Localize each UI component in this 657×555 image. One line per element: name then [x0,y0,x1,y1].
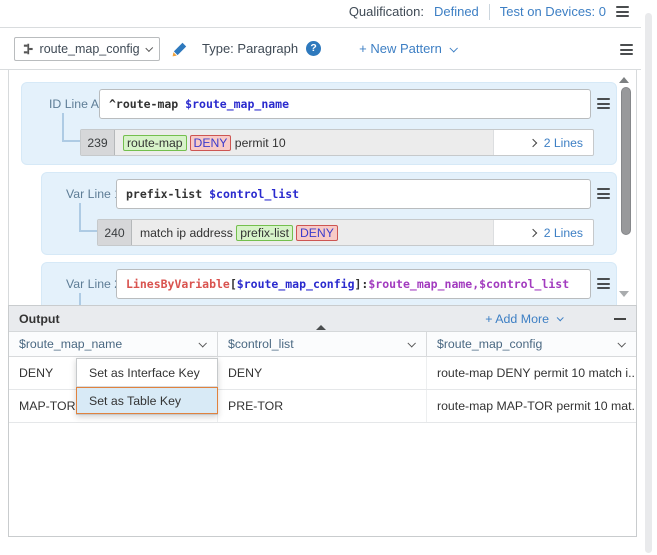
match-highlight-green: route-map [123,135,187,151]
pattern-variable-list: $route_map_name,$control_list [368,277,569,291]
chevron-down-icon [198,339,206,347]
line-label: ID Line A [49,97,99,111]
connector-line [79,203,81,232]
column-title: $control_list [228,337,294,351]
column-context-menu: Set as Interface Key Set as Table Key [76,358,218,415]
cell-control-list[interactable]: DENY [218,357,427,389]
match-highlight-green: prefix-list [236,225,293,241]
match-highlight-red: DENY [190,135,232,151]
line-menu-icon[interactable] [597,98,610,109]
output-panel: Output + Add More $route_map_name $contr… [8,305,637,537]
connector-line [79,293,81,305]
match-plain-text: match ip address [140,226,236,240]
output-header: Output + Add More [9,306,636,332]
minimize-panel-icon[interactable] [614,318,626,320]
column-title: $route_map_name [19,337,122,351]
scroll-down-arrow-icon[interactable] [619,291,629,297]
connector-line [62,113,64,142]
pattern-select-value: route_map_config [40,42,140,56]
column-title: $route_map_config [437,337,542,351]
line-number: 240 [98,220,132,245]
scroll-up-arrow-icon[interactable] [619,77,629,83]
pattern-variable: $control_list [209,187,299,201]
pattern-tree-icon [23,43,34,55]
new-pattern-button[interactable]: + New Pattern [359,41,456,56]
scrollbar-thumb[interactable] [621,87,631,235]
pattern-variable: $route_map_config [237,277,355,291]
top-bar: Qualification: Defined Test on Devices: … [0,0,641,28]
matched-line-row: 240 match ip address prefix-list DENY 2 … [97,219,594,246]
column-header-route-map-config[interactable]: $route_map_config [427,332,636,356]
line-label: Var Line 2 [66,277,121,291]
edit-pattern-button[interactable] [172,41,188,57]
chevron-right-icon [528,228,536,236]
new-pattern-label: + New Pattern [359,41,442,56]
menu-item-set-interface-key[interactable]: Set as Interface Key [77,359,217,387]
pattern-punctuation: [ [230,277,237,291]
connector-line [79,230,97,232]
expand-lines-button[interactable]: 2 Lines [493,220,593,245]
pattern-editor-panel: ID Line A ^route-map $route_map_name 239… [8,70,637,305]
menu-item-set-table-key[interactable]: Set as Table Key [76,387,218,414]
chevron-right-icon [528,138,536,146]
test-on-devices-link[interactable]: Test on Devices: 0 [500,4,606,19]
pattern-line-card-var-2: Var Line 2 LinesByVariable [ $route_map_… [41,262,617,305]
pattern-input-var-2[interactable]: LinesByVariable [ $route_map_config ]: $… [116,269,591,299]
chevron-down-icon [449,44,457,52]
pattern-punctuation: ]: [355,277,369,291]
topbar-menu-icon[interactable] [616,6,629,17]
output-title: Output [19,312,60,326]
pattern-function: LinesByVariable [126,277,230,291]
match-highlight-red: DENY [296,225,338,241]
column-header-control-list[interactable]: $control_list [218,332,427,356]
add-more-button[interactable]: + Add More [485,312,562,326]
topbar-divider [489,4,490,20]
matched-line-text: match ip address prefix-list DENY [132,220,493,245]
matched-line-row: 239 route-map DENY permit 10 2 Lines [80,129,594,156]
pattern-builder-app: Qualification: Defined Test on Devices: … [0,0,657,555]
pattern-toolbar: route_map_config Type: Paragraph ? + New… [0,28,641,70]
line-menu-icon[interactable] [597,278,610,289]
page-scrollbar[interactable] [645,13,652,553]
column-header-route-map-name[interactable]: $route_map_name [9,332,218,356]
expand-lines-button[interactable]: 2 Lines [493,130,593,155]
toolbar-menu-icon[interactable] [620,44,633,55]
pattern-line-card-id-a: ID Line A ^route-map $route_map_name 239… [21,82,617,165]
pattern-input-id-a[interactable]: ^route-map $route_map_name [99,89,591,119]
pattern-input-var-1[interactable]: prefix-list $control_list [116,179,591,209]
expand-lines-label: 2 Lines [544,226,583,240]
connector-line [62,140,80,142]
main-area: Qualification: Defined Test on Devices: … [0,0,641,555]
pattern-text: prefix-list [126,187,209,201]
expand-lines-label: 2 Lines [544,136,583,150]
chevron-down-icon [617,339,625,347]
cell-route-map-config[interactable]: route-map DENY permit 10 match i... [427,357,636,389]
chevron-down-icon [557,314,564,321]
chevron-down-icon [145,44,153,52]
pattern-line-card-var-1: Var Line 1 prefix-list $control_list 240… [41,172,617,255]
collapse-panel-icon[interactable] [316,308,330,326]
match-plain-text: permit 10 [231,136,285,150]
pattern-select[interactable]: route_map_config [14,37,160,61]
pattern-text: ^route-map [109,97,185,111]
cell-control-list[interactable]: PRE-TOR [218,390,427,422]
qualification-value-link[interactable]: Defined [434,4,479,19]
output-column-header-row: $route_map_name $control_list $route_map… [9,332,636,357]
pencil-icon [172,41,188,57]
line-label: Var Line 1 [66,187,121,201]
pattern-variable: $route_map_name [185,97,289,111]
qualification-label: Qualification: [349,4,424,19]
line-menu-icon[interactable] [597,188,610,199]
help-icon[interactable]: ? [306,41,321,56]
line-number: 239 [81,130,115,155]
matched-line-text: route-map DENY permit 10 [115,130,493,155]
cell-route-map-config[interactable]: route-map MAP-TOR permit 10 mat... [427,390,636,422]
add-more-label: + Add More [485,312,549,326]
chevron-down-icon [407,339,415,347]
type-label: Type: Paragraph [202,41,298,56]
